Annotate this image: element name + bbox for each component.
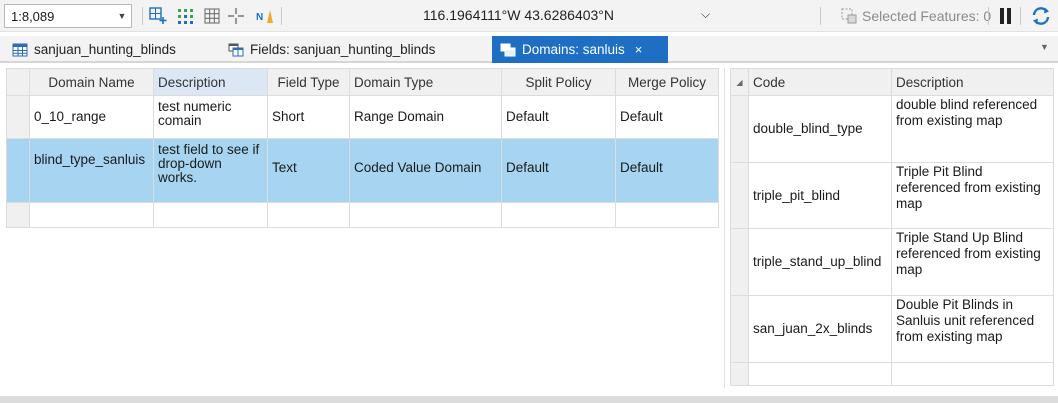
column-header-code[interactable]: Code bbox=[748, 68, 892, 96]
cell-empty[interactable] bbox=[267, 201, 350, 229]
row-header-corner bbox=[6, 68, 30, 96]
chevron-down-icon: ▼ bbox=[117, 11, 127, 21]
coded-values-table: ◢ Code Description double_blind_type dou… bbox=[730, 68, 1054, 387]
tab-domains[interactable]: Domains: sanluis × bbox=[492, 36, 668, 63]
table-row-new[interactable] bbox=[730, 361, 1054, 387]
cell-code[interactable]: triple_pit_blind bbox=[748, 161, 892, 230]
scale-dropdown[interactable]: 1:8,089 ▼ bbox=[4, 4, 132, 28]
cell-code-description[interactable]: Double Pit Blinds in Sanluis unit refere… bbox=[891, 295, 1054, 363]
chevron-down-icon[interactable]: ▼ bbox=[1040, 42, 1049, 52]
table-header-row: ◢ Code Description bbox=[730, 68, 1054, 96]
cell-field-type[interactable]: Short bbox=[267, 94, 350, 140]
column-header-split-policy[interactable]: Split Policy bbox=[501, 68, 616, 96]
toolbar-divider bbox=[1020, 7, 1021, 25]
column-header-description[interactable]: Description bbox=[153, 68, 268, 96]
coordinate-readout: 116.1964111°W 43.6286403°N bbox=[423, 7, 615, 23]
toolbar-divider bbox=[142, 7, 143, 25]
fields-icon bbox=[228, 42, 244, 58]
cell-domain-name[interactable]: blind_type_sanluis bbox=[29, 138, 154, 203]
fixed-scale-icon[interactable] bbox=[148, 6, 168, 26]
cell-merge-policy[interactable]: Default bbox=[615, 138, 719, 203]
cell-empty[interactable] bbox=[501, 201, 616, 229]
tab-attribute-table[interactable]: sanjuan_hunting_blinds bbox=[4, 36, 184, 63]
cell-split-policy[interactable]: Default bbox=[501, 94, 616, 140]
cell-empty[interactable] bbox=[29, 201, 154, 229]
cell-code-description[interactable]: double blind referenced from existing ma… bbox=[891, 95, 1054, 163]
toolbar-divider bbox=[820, 7, 821, 25]
tab-fields[interactable]: Fields: sanjuan_hunting_blinds bbox=[220, 36, 443, 63]
tab-label: Fields: sanjuan_hunting_blinds bbox=[250, 42, 436, 57]
cell-field-type[interactable]: Text bbox=[267, 138, 350, 203]
column-header-code-description[interactable]: Description bbox=[891, 68, 1054, 96]
cell-code-description[interactable]: Triple Pit Blind referenced from existin… bbox=[891, 161, 1054, 230]
cell-domain-type[interactable]: Range Domain bbox=[349, 94, 502, 140]
cell-empty[interactable] bbox=[153, 201, 268, 229]
toolbar-divider bbox=[988, 7, 989, 25]
tab-label: sanjuan_hunting_blinds bbox=[34, 42, 176, 57]
row-header[interactable] bbox=[730, 228, 749, 297]
panel-splitter[interactable] bbox=[724, 68, 725, 388]
row-header[interactable] bbox=[6, 201, 30, 229]
cell-code[interactable]: triple_stand_up_blind bbox=[748, 228, 892, 297]
cell-empty[interactable] bbox=[349, 201, 502, 229]
cell-code[interactable]: san_juan_2x_blinds bbox=[748, 295, 892, 363]
cell-merge-policy[interactable]: Default bbox=[615, 94, 719, 140]
tab-label: Domains: sanluis bbox=[522, 42, 625, 57]
view-tabs: sanjuan_hunting_blinds Fields: sanjuan_h… bbox=[0, 36, 1058, 63]
grid-icon[interactable] bbox=[202, 6, 222, 26]
column-header-domain-name[interactable]: Domain Name bbox=[29, 68, 154, 96]
constraints-icon[interactable] bbox=[226, 6, 246, 26]
north-arrow-icon[interactable]: N bbox=[255, 6, 275, 26]
svg-text:N: N bbox=[256, 12, 263, 23]
column-header-merge-policy[interactable]: Merge Policy bbox=[615, 68, 719, 96]
cell-empty[interactable] bbox=[615, 201, 719, 229]
table-row[interactable]: 0_10_range test numeric comain Short Ran… bbox=[6, 94, 719, 140]
table-row[interactable]: triple_pit_blind Triple Pit Blind refere… bbox=[730, 161, 1054, 230]
domains-icon bbox=[500, 42, 516, 58]
row-header[interactable] bbox=[730, 95, 749, 163]
cell-domain-type[interactable]: Coded Value Domain bbox=[349, 138, 502, 203]
row-header[interactable] bbox=[6, 138, 30, 203]
column-header-field-type[interactable]: Field Type bbox=[267, 68, 350, 96]
row-header[interactable] bbox=[6, 94, 30, 140]
cell-code-description[interactable]: Triple Stand Up Blind referenced from ex… bbox=[891, 228, 1054, 297]
row-header[interactable] bbox=[730, 161, 749, 230]
pause-drawing-icon[interactable] bbox=[999, 8, 1013, 24]
cell-empty[interactable] bbox=[891, 361, 1054, 387]
cell-description[interactable]: test numeric comain bbox=[153, 94, 268, 140]
cell-split-policy[interactable]: Default bbox=[501, 138, 616, 203]
table-row[interactable]: triple_stand_up_blind Triple Stand Up Bl… bbox=[730, 228, 1054, 297]
refresh-icon[interactable] bbox=[1030, 6, 1052, 26]
cell-description[interactable]: test field to see if drop-down works. bbox=[153, 138, 268, 203]
table-row-new[interactable] bbox=[6, 201, 719, 229]
toolbar-divider bbox=[281, 7, 282, 25]
select-features-icon bbox=[841, 8, 857, 24]
cell-code[interactable]: double_blind_type bbox=[748, 95, 892, 163]
close-icon[interactable]: × bbox=[635, 42, 643, 57]
row-header[interactable] bbox=[730, 361, 749, 387]
cell-empty[interactable] bbox=[748, 361, 892, 387]
row-header[interactable] bbox=[730, 295, 749, 363]
cell-domain-name[interactable]: 0_10_range bbox=[29, 94, 154, 140]
map-status-bar: 1:8,089 ▼ N 116.1964111°W 43.6286403°N ⌵… bbox=[0, 0, 1058, 32]
snapping-icon[interactable] bbox=[176, 6, 196, 26]
table-header-row: Domain Name Description Field Type Domai… bbox=[6, 68, 719, 96]
scale-value: 1:8,089 bbox=[11, 8, 55, 24]
table-row[interactable]: double_blind_type double blind reference… bbox=[730, 95, 1054, 163]
chevron-down-icon[interactable]: ⌵ bbox=[701, 7, 710, 22]
domains-table: Domain Name Description Field Type Domai… bbox=[6, 68, 719, 229]
table-icon bbox=[12, 42, 28, 58]
bottom-scroll-bar[interactable] bbox=[0, 396, 1058, 403]
table-row-selected[interactable]: blind_type_sanluis test field to see if … bbox=[6, 138, 719, 203]
expand-triangle-icon[interactable]: ◢ bbox=[730, 68, 749, 96]
table-row[interactable]: san_juan_2x_blinds Double Pit Blinds in … bbox=[730, 295, 1054, 363]
selected-features-label: Selected Features: 0 bbox=[862, 8, 992, 24]
selected-features-button[interactable]: Selected Features: 0 bbox=[840, 7, 991, 25]
column-header-domain-type[interactable]: Domain Type bbox=[349, 68, 502, 96]
